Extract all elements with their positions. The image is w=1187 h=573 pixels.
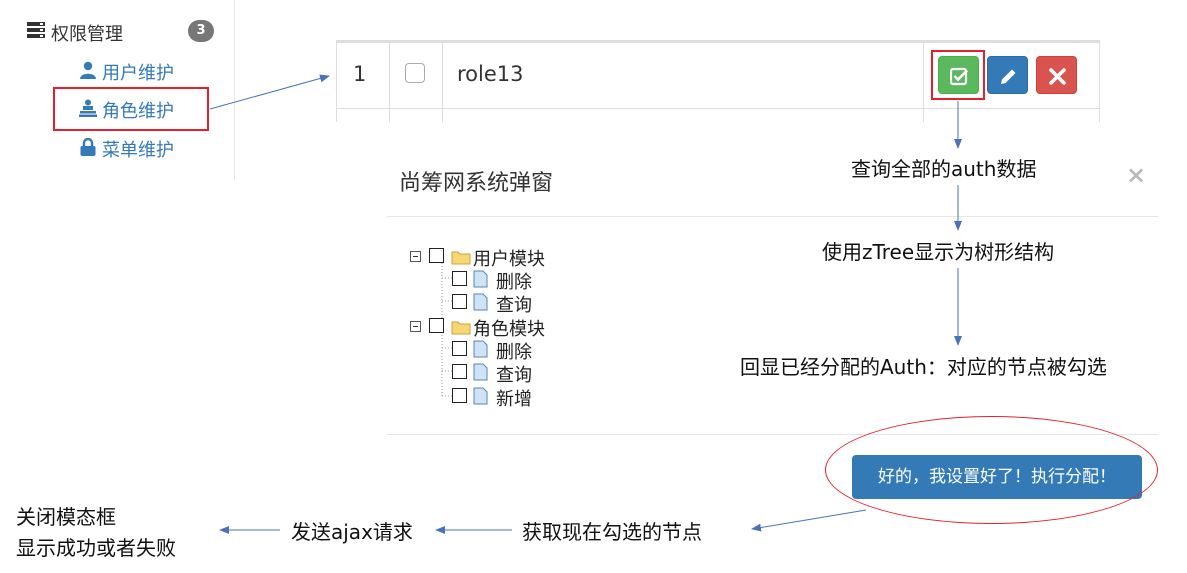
collapse-icon[interactable]: [410, 321, 421, 332]
tree-checkbox[interactable]: [429, 318, 444, 333]
note-echo-auth: 回显已经分配的Auth：对应的节点被勾选: [740, 355, 1107, 379]
row-checkbox[interactable]: [405, 63, 425, 83]
count-badge: 3: [188, 20, 214, 42]
tree-node-label: 新增: [496, 389, 532, 410]
tree-node-role-add[interactable]: 新增: [452, 385, 602, 410]
tree-node-role-delete[interactable]: 删除: [452, 338, 602, 363]
sidebar-item-menu[interactable]: 菜单维护: [79, 135, 189, 161]
delete-button[interactable]: [1036, 56, 1077, 94]
tree-node-role-query[interactable]: 查询: [452, 361, 602, 386]
note-show-result: 显示成功或者失败: [16, 536, 176, 560]
submit-highlight-ellipse: [825, 416, 1158, 524]
table-divider: [442, 40, 443, 122]
table-divider: [389, 40, 390, 122]
file-icon: [473, 270, 488, 288]
note-close-modal: 关闭模态框: [16, 505, 116, 529]
sidebar-item-label: 菜单维护: [102, 140, 174, 161]
sidebar-item-label: 用户维护: [102, 63, 174, 84]
edit-button[interactable]: [987, 56, 1028, 94]
tree-node-label: 查询: [496, 295, 532, 316]
file-icon: [473, 387, 488, 405]
tree-checkbox[interactable]: [452, 271, 467, 286]
tree-node-user-query[interactable]: 查询: [452, 291, 602, 316]
file-icon: [473, 293, 488, 311]
folder-icon: [451, 321, 471, 335]
tree-node-role-module[interactable]: 角色模块: [410, 315, 610, 340]
table-top-border: [336, 40, 1099, 43]
auth-tree: 用户模块 删除 查询 角色模块 删除 查询 新增: [410, 244, 610, 414]
collapse-icon[interactable]: [410, 251, 421, 262]
note-send-ajax: 发送ajax请求: [291, 520, 413, 544]
tree-checkbox[interactable]: [452, 388, 467, 403]
modal-header-divider: [387, 216, 1158, 217]
role-name: role13: [457, 62, 524, 86]
row-number: 1: [353, 62, 367, 86]
pencil-icon: [1001, 69, 1016, 84]
table-divider: [336, 40, 337, 122]
tree-checkbox[interactable]: [452, 364, 467, 379]
table-divider: [1099, 40, 1100, 122]
remove-icon: [1049, 68, 1066, 85]
tree-checkbox[interactable]: [452, 341, 467, 356]
note-query-auth: 查询全部的auth数据: [851, 157, 1037, 181]
lock-icon: [80, 138, 96, 156]
file-icon: [473, 340, 488, 358]
modal-title: 尚筹网系统弹窗: [399, 171, 554, 196]
table-divider: [923, 40, 924, 122]
user-icon: [80, 61, 96, 79]
folder-icon: [451, 251, 471, 265]
note-get-checked: 获取现在勾选的节点: [522, 520, 702, 544]
tree-checkbox[interactable]: [452, 294, 467, 309]
table-row-border: [336, 108, 1099, 109]
sidebar-group-label: 权限管理: [51, 24, 123, 45]
server-icon: [27, 22, 45, 38]
sidebar-group-permissions[interactable]: 权限管理 3: [26, 18, 216, 45]
assign-button-highlight: [931, 50, 985, 100]
file-icon: [473, 363, 488, 381]
sidebar-item-user[interactable]: 用户维护: [79, 58, 189, 84]
note-ztree: 使用zTree显示为树形结构: [822, 240, 1055, 264]
tree-node-user-module[interactable]: 用户模块: [410, 245, 610, 270]
role-item-highlight: [53, 87, 209, 131]
tree-checkbox[interactable]: [429, 248, 444, 263]
tree-node-user-delete[interactable]: 删除: [452, 268, 602, 293]
tree-node-label: 查询: [496, 365, 532, 386]
modal-close-button[interactable]: ×: [1126, 161, 1146, 189]
